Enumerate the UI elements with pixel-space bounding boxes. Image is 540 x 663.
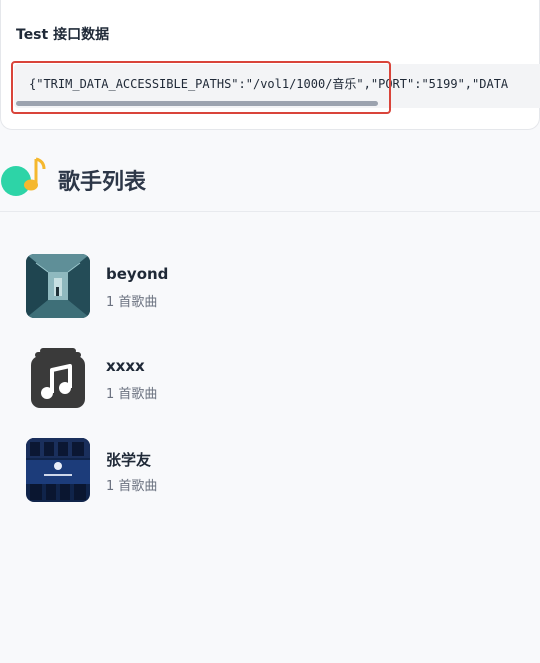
artist-name: 张学友	[106, 451, 152, 469]
page-title: 歌手列表	[58, 170, 147, 195]
artist-list: beyond 1 首歌曲 xxxx 1 首歌曲 张学友 1 首歌曲	[26, 254, 326, 530]
artist-item[interactable]: xxxx 1 首歌曲	[26, 346, 326, 438]
music-note-logo-icon	[1, 157, 46, 196]
artist-song-count: 1 首歌曲	[106, 479, 158, 494]
test-panel-title: Test 接口数据	[16, 27, 110, 43]
music-note-icon	[26, 346, 90, 410]
artist-item[interactable]: beyond 1 首歌曲	[26, 254, 326, 346]
artist-item[interactable]: 张学友 1 首歌曲	[26, 438, 326, 530]
artist-name: beyond	[106, 265, 169, 283]
artist-name: xxxx	[106, 357, 145, 375]
artist-thumbnail	[26, 346, 90, 410]
artist-song-count: 1 首歌曲	[106, 387, 158, 402]
page-header: 歌手列表	[0, 150, 540, 212]
artist-thumbnail	[26, 438, 90, 502]
highlight-box	[11, 61, 391, 114]
corridor-photo	[26, 254, 90, 318]
album-cover-photo	[26, 438, 90, 502]
artist-song-count: 1 首歌曲	[106, 295, 158, 310]
artist-thumbnail	[26, 254, 90, 318]
test-data-panel: Test 接口数据 {"TRIM_DATA_ACCESSIBLE_PATHS":…	[0, 0, 540, 130]
